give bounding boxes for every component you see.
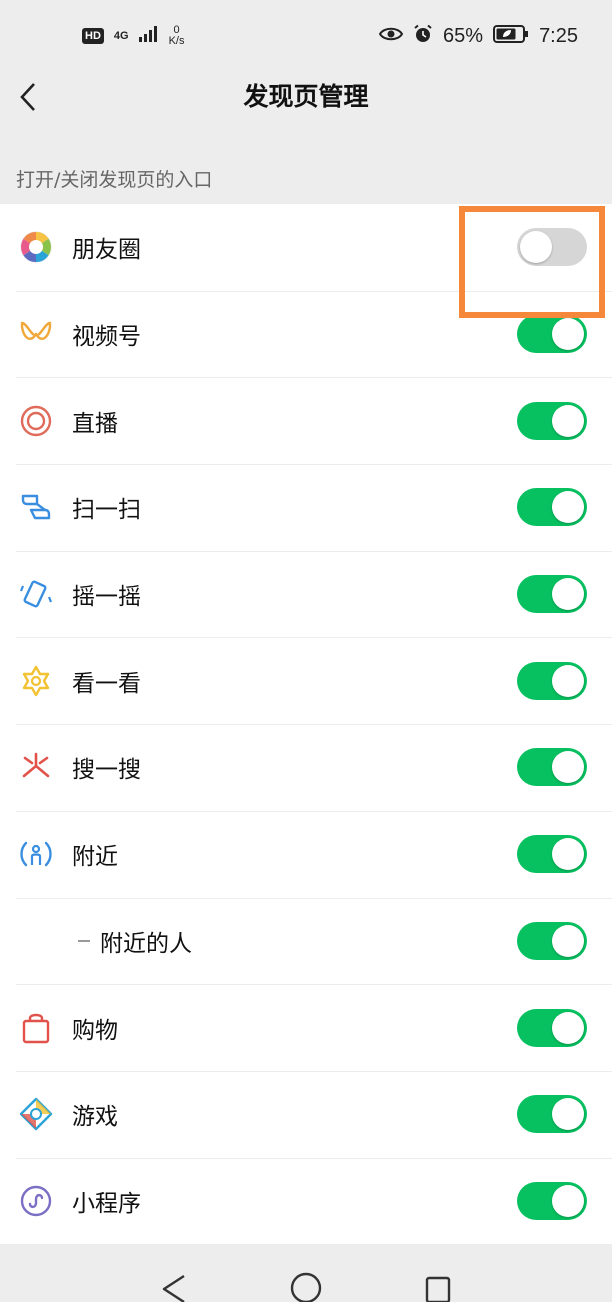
nav-home-button[interactable] xyxy=(288,1264,324,1302)
toggle-knob xyxy=(552,664,584,697)
signal-icon xyxy=(138,25,157,47)
item-label: 看一看 xyxy=(72,670,141,697)
battery-percent: 65% xyxy=(443,25,484,47)
list-item-people-nearby: 附近的人 xyxy=(0,897,612,985)
square-recents-icon xyxy=(425,1276,451,1302)
search-toggle[interactable] xyxy=(517,748,587,787)
item-label: 直播 xyxy=(72,410,118,437)
item-label: 小程序 xyxy=(72,1190,141,1217)
toggle-knob xyxy=(552,404,584,437)
sub-item-dash xyxy=(78,939,90,942)
item-label: 搜一搜 xyxy=(72,757,141,784)
header: 发现页管理 xyxy=(0,72,612,122)
item-label: 扫一扫 xyxy=(72,497,141,524)
nav-back-button[interactable] xyxy=(156,1264,192,1302)
toggle-knob xyxy=(552,1011,584,1044)
page-title: 发现页管理 xyxy=(243,82,369,111)
top-stories-toggle[interactable] xyxy=(517,661,587,700)
list-item-search: 搜一搜 xyxy=(0,724,612,811)
speed-unit: K/s xyxy=(168,35,185,47)
top-stories-icon xyxy=(17,662,55,700)
network-speed: 0 K/s xyxy=(169,25,185,47)
moments-toggle[interactable] xyxy=(517,228,587,267)
item-label: 游戏 xyxy=(72,1104,118,1131)
nearby-toggle[interactable] xyxy=(517,835,587,874)
item-label: 附近 xyxy=(72,844,118,871)
list-item-scan: 扫一扫 xyxy=(0,464,612,551)
item-label: 摇一摇 xyxy=(72,584,141,611)
list-item-games: 游戏 xyxy=(0,1070,612,1158)
hd-badge: HD xyxy=(82,28,104,44)
mini-programs-toggle[interactable] xyxy=(517,1181,587,1220)
toggle-knob xyxy=(552,838,584,871)
list-item-top-stories: 看一看 xyxy=(0,637,612,724)
eye-icon xyxy=(378,26,404,47)
section-caption: 打开/关闭发现页的入口 xyxy=(16,169,213,191)
scan-toggle[interactable] xyxy=(517,488,587,527)
nav-recents-button[interactable] xyxy=(420,1264,456,1302)
channels-icon xyxy=(17,315,55,353)
list-item-shake: 摇一摇 xyxy=(0,550,612,638)
people-nearby-toggle[interactable] xyxy=(517,921,587,960)
shopping-toggle[interactable] xyxy=(517,1008,587,1047)
toggle-knob xyxy=(552,924,584,957)
toggle-knob xyxy=(552,318,584,351)
nearby-icon xyxy=(17,835,55,873)
games-toggle[interactable] xyxy=(517,1095,587,1134)
channels-toggle[interactable] xyxy=(517,315,587,354)
triangle-back-icon xyxy=(162,1274,185,1302)
item-label: 视频号 xyxy=(72,324,141,351)
shake-toggle[interactable] xyxy=(517,575,587,614)
shopping-icon xyxy=(17,1009,55,1047)
list-item-live: 直播 xyxy=(0,377,612,464)
search-icon xyxy=(17,748,55,786)
item-label: 附近的人 xyxy=(100,930,192,957)
games-icon xyxy=(17,1095,55,1133)
system-nav-bar xyxy=(0,1264,612,1302)
toggle-knob xyxy=(520,231,552,264)
live-toggle[interactable] xyxy=(517,401,587,440)
toggle-knob xyxy=(552,1184,584,1217)
discover-entries-list: 朋友圈 视频号 直播 扫一扫 摇一摇 看一看 搜一搜 附近 附近的人 购物 游戏… xyxy=(0,204,612,1245)
circle-home-icon xyxy=(290,1272,322,1302)
toggle-knob xyxy=(552,578,584,611)
live-icon xyxy=(17,402,55,440)
toggle-knob xyxy=(552,751,584,784)
moments-icon xyxy=(17,228,55,266)
status-left: HD 4G 0 K/s xyxy=(82,25,184,47)
list-item-shopping: 购物 xyxy=(0,984,612,1071)
list-item-nearby: 附近 xyxy=(0,810,612,898)
mini-programs-icon xyxy=(17,1182,55,1220)
status-bar: HD 4G 0 K/s 65% 7:25 xyxy=(0,0,612,72)
toggle-knob xyxy=(552,491,584,524)
network-type: 4G xyxy=(113,30,129,42)
list-item-mini-programs: 小程序 xyxy=(0,1157,612,1245)
scan-icon xyxy=(17,488,55,526)
list-item-moments: 朋友圈 xyxy=(0,204,612,291)
toggle-knob xyxy=(552,1098,584,1131)
status-right: 65% 7:25 xyxy=(378,24,578,49)
item-label: 朋友圈 xyxy=(72,237,141,264)
shake-icon xyxy=(17,575,55,613)
clock: 7:25 xyxy=(539,25,578,47)
list-item-channels: 视频号 xyxy=(0,290,612,378)
battery-icon xyxy=(493,24,529,49)
item-label: 购物 xyxy=(72,1017,118,1044)
alarm-icon xyxy=(413,24,433,49)
